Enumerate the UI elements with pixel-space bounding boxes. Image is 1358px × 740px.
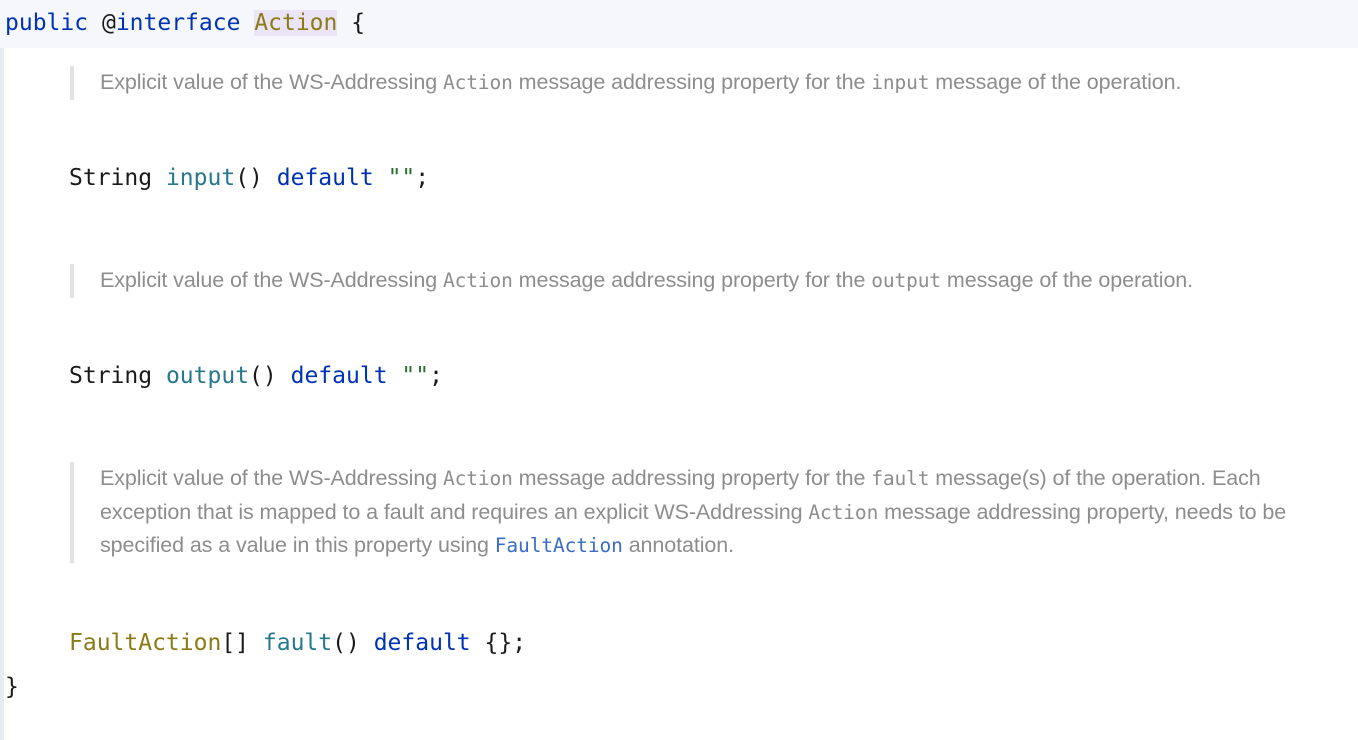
javadoc-text-output: Explicit value of the WS-Addressing Acti… (100, 264, 1320, 298)
javadoc-block-input: Explicit value of the WS-Addressing Acti… (70, 66, 1320, 100)
code-body: Explicit value of the WS-Addressing Acti… (0, 48, 1358, 740)
keyword-interface: interface (115, 10, 241, 36)
closing-brace: } (5, 674, 19, 700)
semicolon: ; (415, 165, 430, 191)
doc-code-action: Action (442, 71, 513, 94)
return-type-string: String (69, 165, 153, 191)
doc-segment-text: message addressing property for the (512, 268, 872, 292)
doc-code-action: Action (808, 500, 879, 524)
doc-segment-text: Explicit value of the WS-Addressing (100, 466, 443, 490)
javadoc-block-fault: Explicit value of the WS-Addressing Acti… (70, 462, 1320, 563)
modifier-public: public (5, 10, 89, 36)
keyword-default: default (373, 630, 471, 656)
semicolon: ; (512, 630, 527, 656)
type-name-action[interactable]: Action (254, 10, 338, 36)
keyword-default: default (290, 363, 388, 389)
return-type-string: String (69, 363, 153, 389)
doc-link-faultaction[interactable]: FaultAction (495, 534, 623, 557)
array-brackets: [] (221, 630, 250, 656)
parentheses: () (235, 165, 263, 191)
method-signature-output[interactable]: String output() default ""; (69, 361, 443, 391)
doc-code-action: Action (442, 269, 513, 292)
method-name-fault[interactable]: fault (263, 630, 332, 656)
semicolon: ; (429, 363, 443, 389)
return-type-faultaction[interactable]: FaultAction (69, 630, 221, 656)
doc-code-input: input (871, 71, 930, 94)
javadoc-text-input: Explicit value of the WS-Addressing Acti… (100, 66, 1320, 100)
method-signature-fault[interactable]: FaultAction[] fault() default {}; (69, 628, 526, 658)
javadoc-block-output: Explicit value of the WS-Addressing Acti… (70, 264, 1320, 298)
doc-code-fault: fault (871, 467, 930, 490)
default-value-empty-array: {} (484, 630, 513, 656)
method-name-output[interactable]: output (166, 363, 249, 389)
default-value-empty-string: "" (387, 165, 416, 191)
doc-segment-text: message of the operation. (929, 70, 1182, 94)
method-name-input[interactable]: input (166, 165, 235, 191)
doc-segment-text: annotation. (622, 533, 734, 557)
method-signature-input[interactable]: String input() default ""; (69, 163, 429, 193)
doc-segment-text: message addressing property for the (512, 70, 872, 94)
at-symbol: @ (101, 10, 116, 36)
type-declaration-line[interactable]: public @interface Action { (5, 8, 365, 38)
open-brace: { (351, 10, 366, 36)
javadoc-text-fault: Explicit value of the WS-Addressing Acti… (100, 462, 1320, 563)
doc-segment-text: Explicit value of the WS-Addressing (100, 268, 443, 292)
declaration-band: public @interface Action { (0, 0, 1358, 48)
doc-segment-text: Explicit value of the WS-Addressing (100, 70, 443, 94)
doc-segment-text: message addressing property for the (512, 466, 872, 490)
default-value-empty-string: "" (401, 363, 430, 389)
parentheses: () (249, 363, 277, 389)
doc-code-output: output (871, 269, 942, 292)
doc-segment-text: message of the operation. (941, 268, 1194, 292)
keyword-default: default (276, 165, 374, 191)
doc-code-action: Action (442, 467, 513, 490)
parentheses: () (332, 630, 360, 656)
